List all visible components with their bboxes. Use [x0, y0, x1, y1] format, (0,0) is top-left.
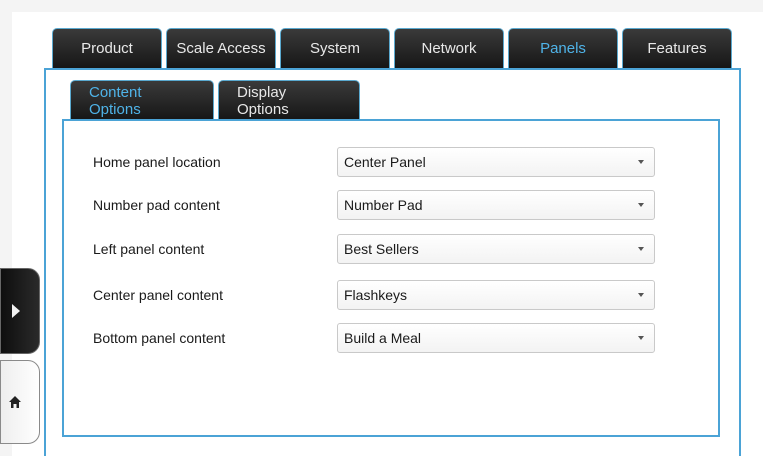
number-pad-content-value: Number Pad — [344, 197, 423, 213]
chevron-down-icon — [638, 247, 644, 251]
tab-scale-access[interactable]: Scale Access — [166, 28, 276, 68]
bottom-panel-content-select[interactable]: Build a Meal — [337, 323, 655, 353]
center-panel-content-label: Center panel content — [93, 287, 223, 303]
tab-product[interactable]: Product — [52, 28, 162, 68]
tab-content-options[interactable]: Content Options — [70, 80, 214, 120]
left-panel-content-value: Best Sellers — [344, 241, 419, 257]
center-panel-content-value: Flashkeys — [344, 287, 408, 303]
setting-row-home-panel-location: Home panel location Center Panel — [93, 147, 663, 177]
setting-row-number-pad-content: Number pad content Number Pad — [93, 190, 663, 220]
setting-row-left-panel-content: Left panel content Best Sellers — [93, 234, 663, 264]
sub-tab-bar: Content Options Display Options — [70, 80, 364, 120]
home-panel-location-select[interactable]: Center Panel — [337, 147, 655, 177]
setting-row-bottom-panel-content: Bottom panel content Build a Meal — [93, 323, 663, 353]
number-pad-content-label: Number pad content — [93, 197, 220, 213]
tab-display-options[interactable]: Display Options — [218, 80, 360, 120]
home-button[interactable] — [0, 360, 40, 444]
setting-row-center-panel-content: Center panel content Flashkeys — [93, 280, 663, 310]
home-panel-location-value: Center Panel — [344, 154, 426, 170]
top-tab-bar: Product Scale Access System Network Pane… — [52, 28, 736, 68]
chevron-down-icon — [638, 293, 644, 297]
left-panel-content-label: Left panel content — [93, 241, 205, 257]
tab-features[interactable]: Features — [622, 28, 732, 68]
left-panel-content-select[interactable]: Best Sellers — [337, 234, 655, 264]
bottom-panel-content-label: Bottom panel content — [93, 330, 226, 346]
bottom-panel-content-value: Build a Meal — [344, 330, 422, 346]
home-icon — [9, 396, 21, 408]
tab-network[interactable]: Network — [394, 28, 504, 68]
center-panel-content-select[interactable]: Flashkeys — [337, 280, 655, 310]
home-panel-location-label: Home panel location — [93, 154, 221, 170]
chevron-down-icon — [638, 160, 644, 164]
chevron-down-icon — [638, 203, 644, 207]
expand-sidebar-button[interactable] — [0, 268, 40, 354]
play-right-icon — [12, 304, 20, 318]
chevron-down-icon — [638, 336, 644, 340]
tab-panels[interactable]: Panels — [508, 28, 618, 68]
tab-system[interactable]: System — [280, 28, 390, 68]
number-pad-content-select[interactable]: Number Pad — [337, 190, 655, 220]
